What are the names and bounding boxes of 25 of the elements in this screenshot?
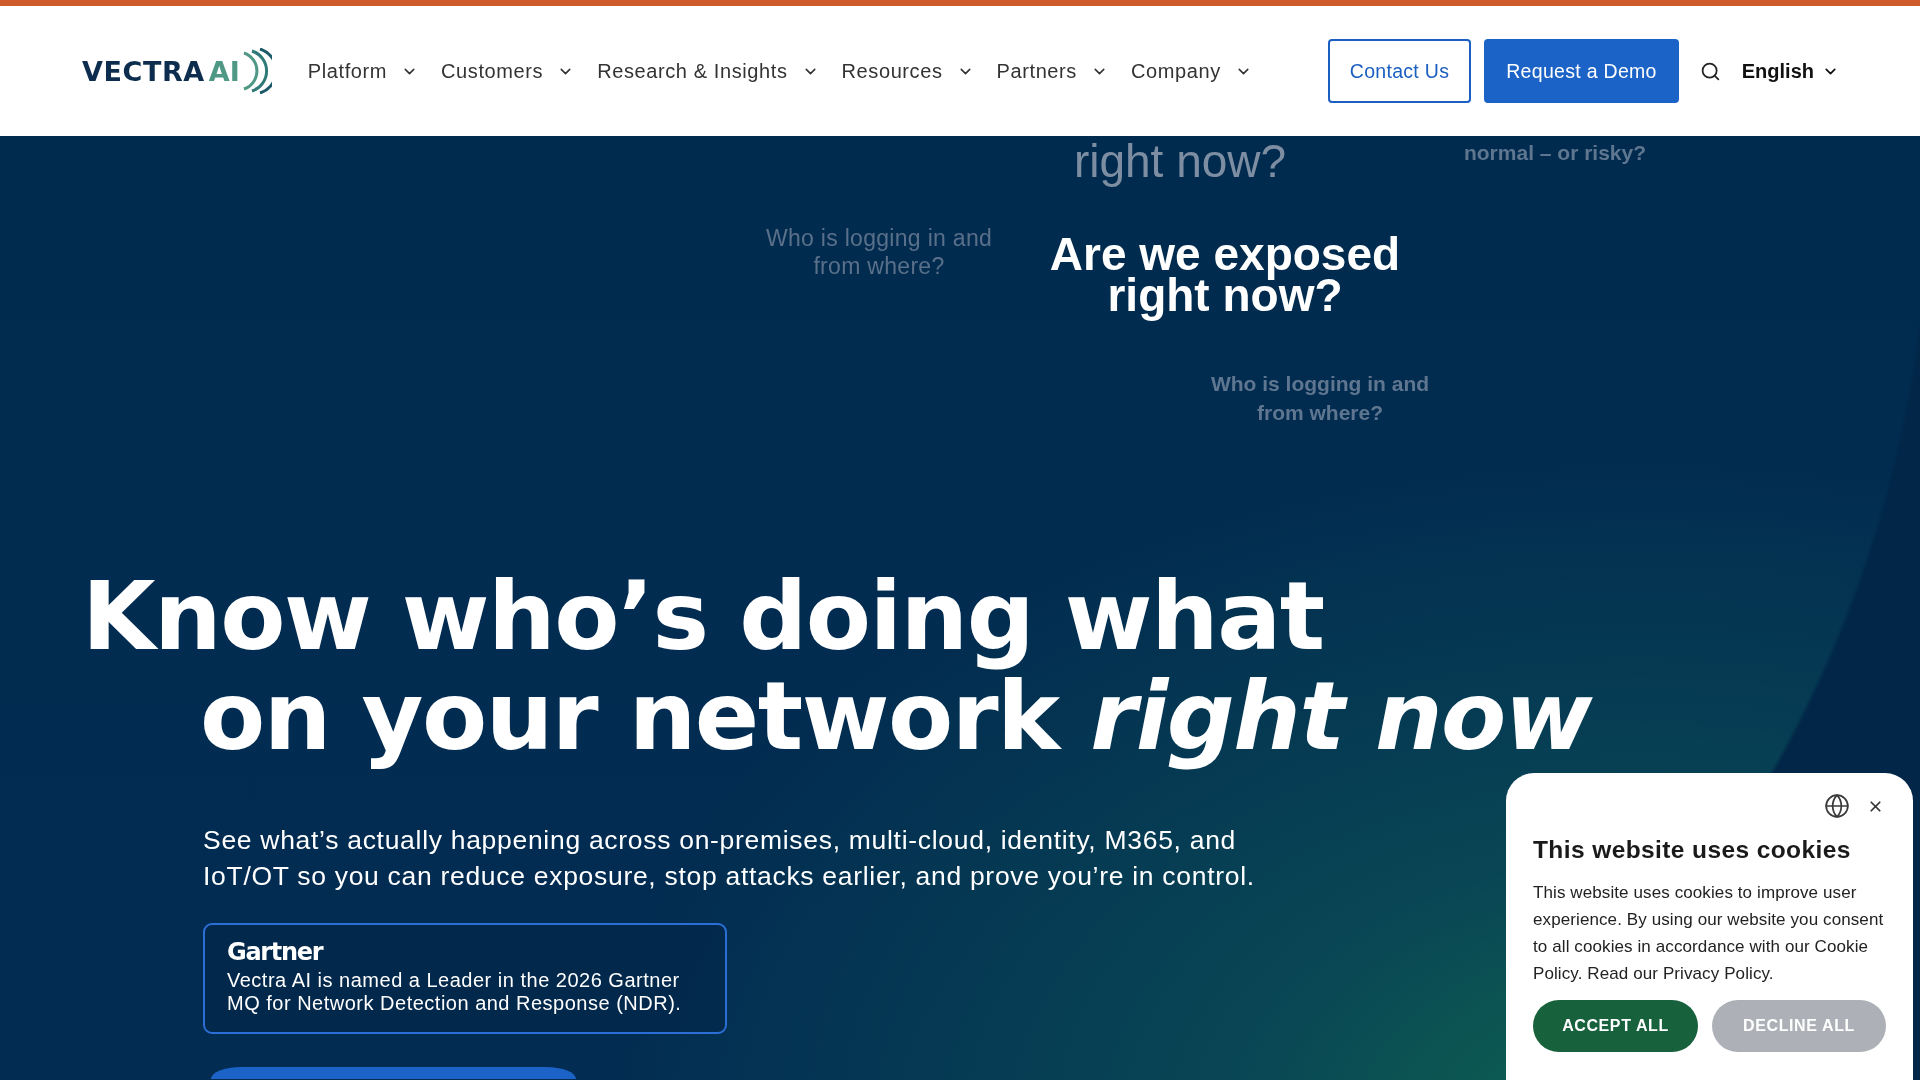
question-text: Who is logging in and from where?: [764, 224, 994, 280]
cta-button[interactable]: [211, 1067, 576, 1079]
demo-button[interactable]: Request a Demo: [1484, 39, 1679, 103]
award-text: Vectra AI is named a Leader in the 2026 Gartner MQ for Network Detection and Response (NDR).: [227, 969, 683, 1014]
nav-menu-item[interactable]: Platform: [307, 59, 419, 83]
cookie-title: This website uses cookies: [1533, 836, 1852, 864]
question-text: Who is logging in and from where?: [1209, 371, 1431, 426]
nav-menu-item[interactable]: Resources: [841, 59, 974, 83]
logo[interactable]: VECTRAAI: [82, 48, 272, 94]
question-text: normal – or risky?: [1463, 140, 1647, 166]
globe-icon[interactable]: [1824, 793, 1850, 819]
question-text: right now?: [1073, 136, 1287, 186]
signal-arcs-icon: [241, 48, 272, 94]
brand-name: Gartner: [227, 938, 323, 966]
nav-menu-item[interactable]: Research & Insights: [597, 59, 819, 83]
search-icon[interactable]: [1699, 60, 1721, 82]
question-text: Are we exposed right now?: [1048, 227, 1402, 323]
accept-button[interactable]: ACCEPT ALL: [1533, 1000, 1698, 1052]
nav-menu-item[interactable]: Company: [1130, 59, 1252, 83]
nav-menu-item[interactable]: Customers: [441, 59, 575, 83]
language-selector[interactable]: English: [1741, 59, 1839, 83]
hero-description: See what’s actually happening across on-premises, multi-cloud, identity, M365, and IoT/OT so you can reduce exposure, stop attacks earlier, and prove you’re in control.: [203, 824, 1256, 893]
contact-button[interactable]: Contact Us: [1327, 39, 1472, 103]
cookie-text: This website uses cookies to improve user experience. By using our website you consent to all cookies in accordance with our Cookie Policy. Read our Privacy Policy.: [1533, 882, 1885, 985]
nav-menu-item[interactable]: Partners: [996, 59, 1108, 83]
